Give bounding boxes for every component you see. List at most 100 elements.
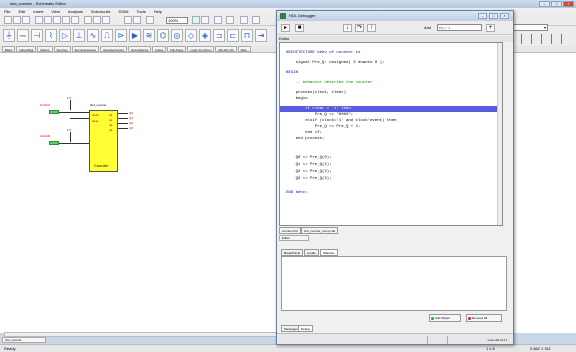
save-icon[interactable] (22, 16, 30, 24)
diode-icon[interactable]: ▷ (59, 29, 71, 42)
graph-icon[interactable] (214, 16, 222, 24)
lib-tab-basic[interactable]: Basic (2, 46, 16, 52)
code-line: END behv; (286, 191, 308, 195)
tab-locals[interactable]: Locals (304, 249, 319, 256)
pin-clear: clear (92, 119, 99, 123)
zoom-icon[interactable] (146, 16, 154, 24)
text-icon[interactable] (93, 16, 101, 24)
add-object-button[interactable]: Add Object (429, 314, 461, 322)
port-icon[interactable]: ⇥ (255, 29, 267, 42)
cut-icon[interactable] (35, 16, 43, 24)
flip-icon[interactable] (133, 16, 141, 24)
document-tab[interactable]: shd_counter (2, 337, 46, 343)
lib-tab-sources[interactable]: Sources (53, 46, 71, 52)
menu-dsim[interactable]: DSIM (118, 9, 128, 14)
battery-icon[interactable]: ⊥ (73, 29, 85, 42)
hdl-icon[interactable] (252, 16, 260, 24)
counter-block[interactable]: clock clear q0 q1 q2 q3 Counter (89, 110, 118, 172)
transformer-icon[interactable]: ≋ (143, 29, 155, 42)
lib-tab-misc[interactable]: Misc. (237, 46, 251, 52)
paste-icon[interactable] (53, 16, 61, 24)
gate-icon[interactable]: ⊐ (213, 29, 225, 42)
lib-tab-meters[interactable]: Meters (37, 46, 53, 52)
new-file-icon[interactable] (4, 16, 12, 24)
run-icon[interactable]: ▸ (281, 24, 290, 32)
pin-q0: q0 (109, 113, 113, 117)
watch-expression-input[interactable]: eq = 1 (437, 24, 482, 31)
clock-port[interactable] (49, 110, 59, 114)
tab-breakpoints[interactable]: BreakPoints (281, 249, 304, 256)
wire-icon[interactable] (102, 16, 110, 24)
zoom-select[interactable]: 100% (166, 17, 188, 24)
lib-tab-gates-digi[interactable]: Gates/Digi (16, 46, 37, 52)
clock-source-icon[interactable]: ⊓ (241, 29, 253, 42)
run-icon[interactable] (201, 16, 209, 24)
chip-icon[interactable] (240, 16, 248, 24)
step-out-icon[interactable]: ↑ (367, 24, 376, 32)
lib-tab-semiconductors[interactable]: Semiconductors (71, 46, 100, 52)
copy-icon[interactable] (44, 16, 52, 24)
debugger-close-button[interactable]: × (500, 13, 509, 19)
inductor-icon[interactable]: ⌇ (45, 29, 57, 42)
code-editor[interactable]: ARCHITECTURE behv of counter is signal P… (279, 42, 503, 226)
code-line: Q1 <= Pre_Q(1); (286, 163, 332, 167)
lib-tab-logic-ics[interactable]: Logic ICs-HCux (187, 46, 215, 52)
debugger-maximize-button[interactable]: □ (489, 13, 498, 19)
close-button[interactable]: × (563, 1, 574, 7)
opamp-icon[interactable]: ▶ (129, 29, 141, 42)
open-file-icon[interactable] (13, 16, 21, 24)
debugger-minimize-button[interactable]: – (478, 13, 487, 19)
led-icon[interactable]: ◈ (199, 29, 211, 42)
tab-debug[interactable]: Debug (298, 325, 313, 332)
menu-help[interactable]: Help (154, 9, 162, 14)
menu-edit[interactable]: Edit (18, 9, 25, 14)
switch-icon[interactable]: ⎍ (101, 29, 113, 42)
menu-subcircuits[interactable]: Subcircuits (91, 9, 111, 14)
lib-tab-gates[interactable]: Gates (152, 46, 167, 52)
transistor-icon[interactable]: ⊳ (115, 29, 127, 42)
tab-shd-counter-comp[interactable]: shd_counter_comp.vhd (301, 227, 339, 234)
lamp-icon[interactable]: ◇ (185, 29, 197, 42)
tab-watches[interactable]: Watches (320, 249, 338, 256)
menu-insert[interactable]: Insert (33, 9, 43, 14)
ac-source-icon[interactable]: ∿ (87, 29, 99, 42)
menu-analysis[interactable]: Analysis (68, 9, 83, 14)
undo-icon[interactable] (62, 16, 70, 24)
minimize-button[interactable]: – (539, 1, 550, 7)
select-icon[interactable] (84, 16, 92, 24)
remove-all-button[interactable]: Remove All (466, 314, 502, 322)
q1-label: Q1 (129, 116, 134, 120)
remove-all-label: Remove All (472, 316, 488, 320)
code-scrollbar[interactable] (497, 43, 502, 225)
probe-icon[interactable] (192, 16, 200, 24)
editor-subtab[interactable]: Editor (279, 235, 309, 241)
clear-port[interactable] (49, 141, 59, 145)
tab-counter-vhd[interactable]: counter.vhd (279, 227, 301, 234)
watches-panel[interactable] (281, 256, 507, 311)
horizontal-scrollbar[interactable] (4, 332, 304, 337)
lib-tab-mc-da-cr[interactable]: MC-DA-CR (215, 46, 237, 52)
editor-file-tabs: counter.vhd shd_counter_comp.vhd (279, 227, 503, 234)
maximize-button[interactable]: □ (551, 1, 562, 7)
redo-icon[interactable] (71, 16, 79, 24)
capacitor-icon[interactable]: ⊣ (31, 29, 43, 42)
analysis-icon[interactable] (226, 16, 234, 24)
meter-icon[interactable]: ◎ (171, 29, 183, 42)
step-into-icon[interactable]: ↓ (343, 24, 352, 32)
lib-tab-optoelectronics[interactable]: Optoelectronics (100, 46, 127, 52)
step-over-icon[interactable]: ↷ (355, 24, 364, 32)
menu-view[interactable]: View (51, 9, 60, 14)
flipflop-icon[interactable]: ⊏ (227, 29, 239, 42)
relay-icon[interactable]: ⌬ (157, 29, 169, 42)
ground-icon[interactable]: ⏚ (3, 29, 15, 42)
lib-tab-flip-flops[interactable]: Flip-Flops (167, 46, 187, 52)
add-watch-icon[interactable]: + (486, 24, 495, 32)
stop-icon[interactable]: ■ (295, 24, 304, 32)
resistor-icon[interactable]: ⎓ (17, 29, 29, 42)
rotate-icon[interactable] (124, 16, 132, 24)
menu-file[interactable]: File (4, 9, 10, 14)
code-line: process(clock, clear) (286, 91, 347, 95)
pin-q2: q2 (109, 123, 113, 127)
menu-tools[interactable]: Tools (136, 9, 145, 14)
lib-tab-opto-macros[interactable]: Opto-Macros (127, 46, 152, 52)
